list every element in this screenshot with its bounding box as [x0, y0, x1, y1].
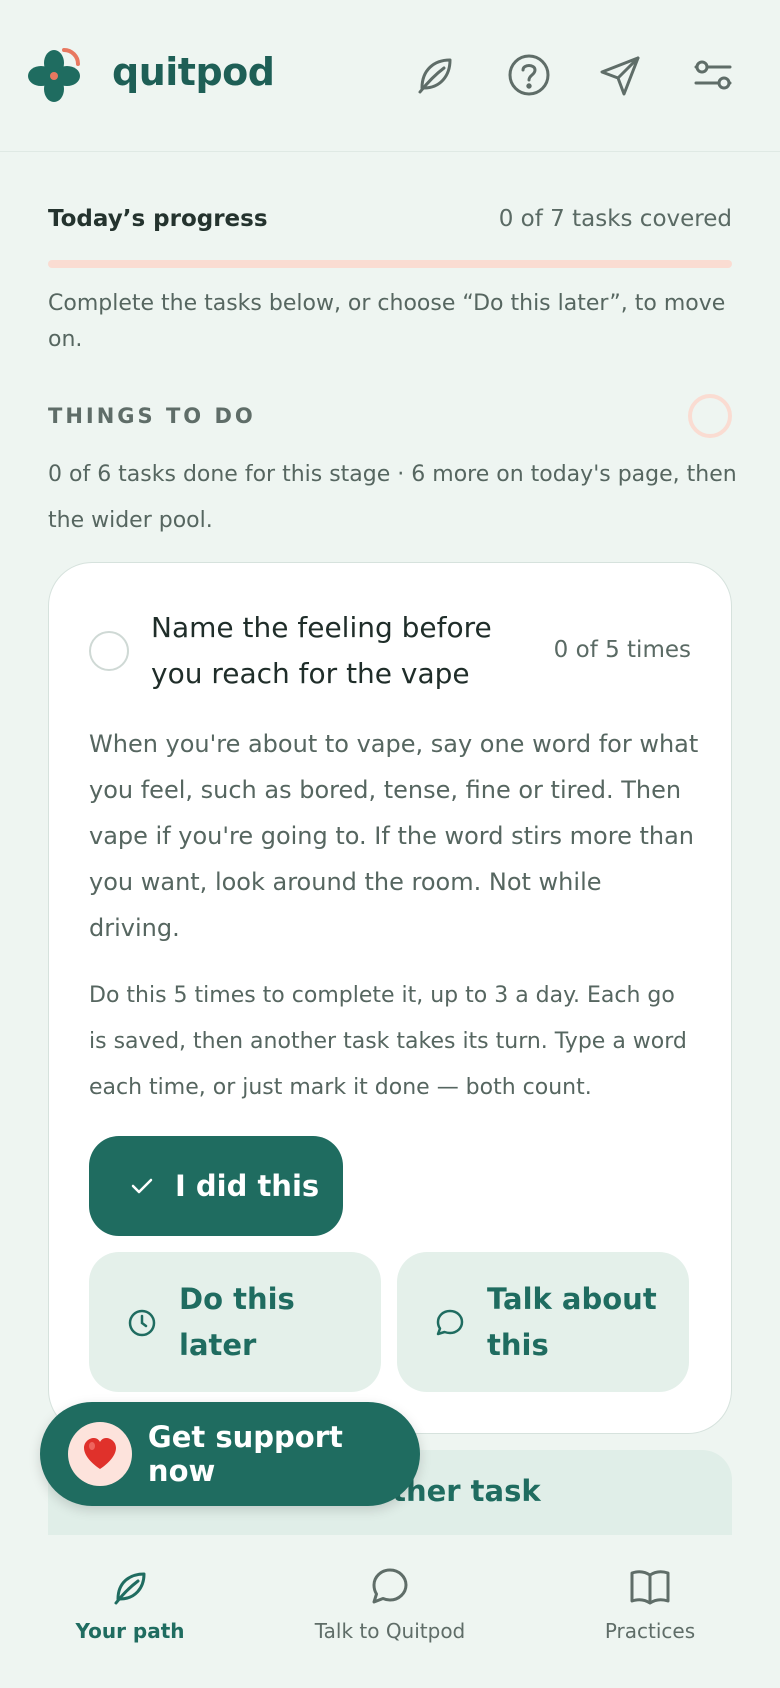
- progress-instruction: Complete the tasks below, or choose “Do …: [48, 291, 726, 352]
- i-did-this-label: I did this: [175, 1169, 320, 1203]
- chat-bubble-icon: [436, 1309, 464, 1336]
- nav-label-talk-to-quitpod: Talk to Quitpod: [314, 1619, 466, 1643]
- task-count: 0 of 5 times: [553, 637, 691, 663]
- progress-bar: [48, 260, 732, 268]
- send-icon[interactable]: [596, 50, 646, 100]
- app-name: quitpod: [112, 50, 275, 94]
- quitpod-logo-icon[interactable]: [24, 46, 84, 106]
- task-title: Name the feeling before you reach for th…: [151, 611, 492, 690]
- get-support-now-label: Get support now: [147, 1420, 343, 1488]
- do-this-later-button[interactable]: Do this later: [89, 1252, 381, 1392]
- leaf-icon: [114, 1572, 146, 1605]
- do-this-later-label: Do this later: [179, 1282, 295, 1362]
- task-checkbox[interactable]: [89, 631, 129, 671]
- check-icon: [131, 1178, 153, 1194]
- task-description: When you're about to vape, say one word …: [89, 730, 699, 942]
- task-card: Name the feeling before you reach for th…: [48, 562, 732, 1434]
- talk-about-this-label: Talk about this: [487, 1282, 657, 1362]
- task-note: Do this 5 times to complete it, up to 3 …: [89, 983, 687, 1100]
- help-circle-icon[interactable]: [504, 50, 554, 100]
- app-header: quitpod: [0, 0, 780, 152]
- bottom-nav: Your path Talk to Quitpod Practices: [0, 1535, 780, 1688]
- nav-item-your-path[interactable]: Your path: [0, 1565, 260, 1643]
- chat-bubble-icon: [372, 1568, 408, 1604]
- get-support-now-button[interactable]: Get support now: [40, 1402, 420, 1506]
- progress-count: 0 of 7 tasks covered: [498, 206, 732, 232]
- i-did-this-button[interactable]: I did this: [89, 1136, 343, 1236]
- nav-label-practices: Practices: [604, 1619, 696, 1643]
- nav-item-practices[interactable]: Practices: [520, 1565, 780, 1643]
- book-icon: [630, 1570, 670, 1605]
- settings-sliders-icon[interactable]: [688, 50, 738, 100]
- nav-label-your-path: Your path: [75, 1619, 185, 1643]
- loading-spinner-icon: [688, 394, 732, 438]
- leaf-icon[interactable]: [410, 50, 460, 100]
- progress-label: Today’s progress: [48, 206, 268, 232]
- heart-icon: [68, 1422, 132, 1486]
- talk-about-this-button[interactable]: Talk about this: [397, 1252, 689, 1392]
- clock-icon: [128, 1309, 156, 1337]
- section-subtitle: 0 of 6 tasks done for this stage · 6 mor…: [48, 462, 737, 533]
- nav-item-talk-to-quitpod[interactable]: Talk to Quitpod: [260, 1565, 520, 1643]
- section-heading: THINGS TO DO: [48, 404, 256, 428]
